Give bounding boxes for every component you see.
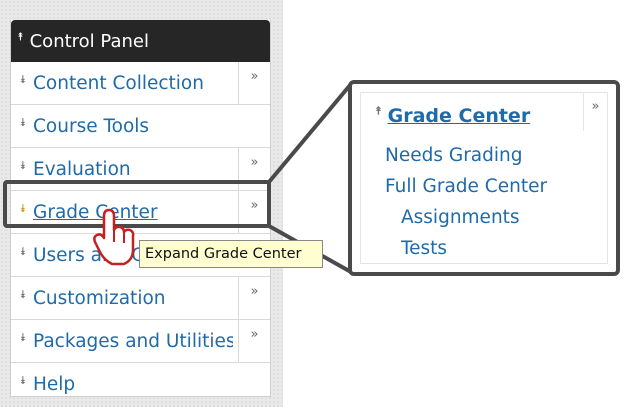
collapse-chevron-icon: ⯭ bbox=[375, 104, 382, 117]
more-arrows-icon[interactable]: » bbox=[238, 62, 270, 104]
more-arrows-icon[interactable]: » bbox=[583, 93, 607, 131]
menu-item-course-tools[interactable]: ⯯ Course Tools bbox=[11, 105, 270, 148]
menu-item-label: Course Tools bbox=[33, 115, 150, 137]
menu-item-label: Help bbox=[33, 373, 76, 395]
expand-chevron-icon: ⯯ bbox=[19, 116, 27, 129]
link-full-grade-center[interactable]: Full Grade Center bbox=[385, 176, 547, 197]
tooltip: Expand Grade Center bbox=[139, 240, 323, 268]
expand-chevron-icon: ⯯ bbox=[19, 374, 27, 387]
callout-title[interactable]: ⯭ Grade Center bbox=[375, 104, 531, 127]
collapse-chevron-icon: ⯭ bbox=[17, 30, 24, 43]
control-panel-header[interactable]: ⯭ Control Panel bbox=[11, 20, 270, 62]
more-arrows-icon[interactable]: » bbox=[238, 277, 270, 319]
tooltip-text: Expand Grade Center bbox=[145, 246, 302, 262]
menu-item-content-collection[interactable]: ⯯ Content Collection » bbox=[11, 62, 270, 105]
expand-chevron-icon: ⯯ bbox=[19, 331, 27, 344]
menu-item-label: Customization bbox=[33, 287, 166, 309]
callout-title-label[interactable]: Grade Center bbox=[388, 105, 531, 127]
hand-pointer-cursor-icon bbox=[93, 208, 135, 266]
link-assignments[interactable]: Assignments bbox=[401, 207, 520, 228]
menu-item-label: Evaluation bbox=[33, 158, 131, 180]
menu-item-customization[interactable]: ⯯ Customization » bbox=[11, 277, 270, 320]
expand-chevron-icon: ⯯ bbox=[19, 288, 27, 301]
link-tests[interactable]: Tests bbox=[401, 238, 447, 259]
grade-center-callout: ⯭ Grade Center » Needs Grading Full Grad… bbox=[348, 80, 620, 276]
expand-chevron-icon: ⯯ bbox=[19, 159, 27, 172]
control-panel-title: Control Panel bbox=[29, 30, 149, 52]
expand-chevron-icon: ⯯ bbox=[19, 245, 27, 258]
link-needs-grading[interactable]: Needs Grading bbox=[385, 145, 523, 166]
menu-item-help[interactable]: ⯯ Help bbox=[11, 363, 270, 405]
callout-menu: ⯭ Grade Center » Needs Grading Full Grad… bbox=[360, 92, 608, 264]
menu-item-label: Content Collection bbox=[33, 72, 204, 94]
more-arrows-icon[interactable]: » bbox=[238, 320, 270, 362]
menu-item-packages-and-utilities[interactable]: ⯯ Packages and Utilities » bbox=[11, 320, 270, 363]
expand-chevron-icon: ⯯ bbox=[19, 73, 27, 86]
menu-item-label: Packages and Utilities bbox=[33, 330, 233, 352]
